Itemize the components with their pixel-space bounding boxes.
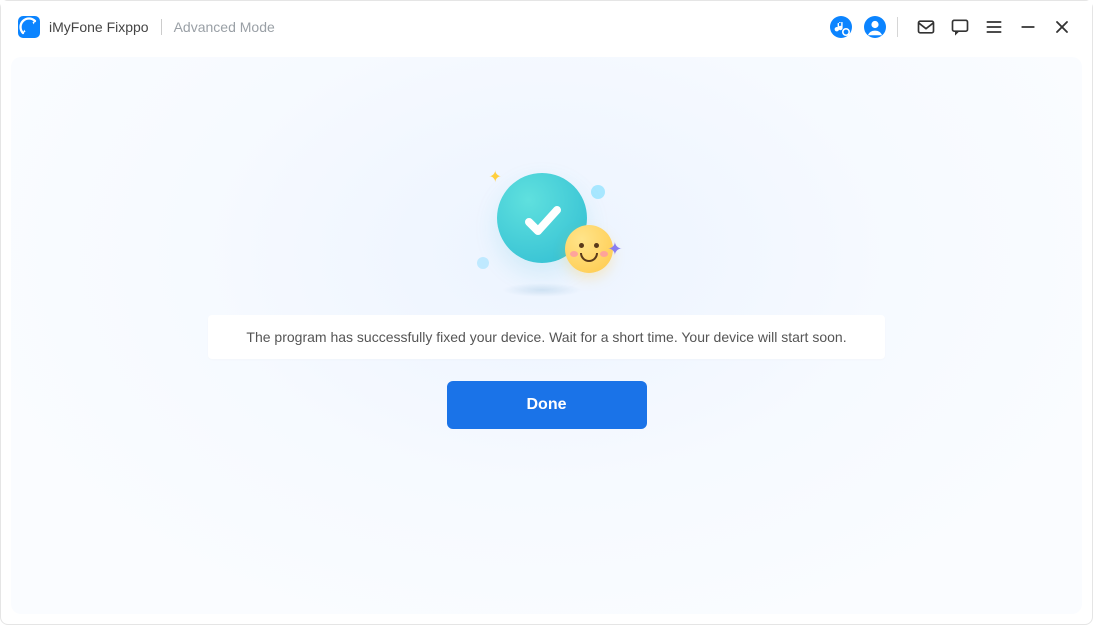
- status-message: The program has successfully fixed your …: [208, 315, 884, 359]
- mail-icon[interactable]: [912, 13, 940, 41]
- app-window: iMyFone Fixppo Advanced Mode: [0, 0, 1093, 625]
- app-title: iMyFone Fixppo: [49, 19, 149, 35]
- success-illustration: ✦ ✦: [457, 167, 637, 297]
- music-search-icon[interactable]: [827, 13, 855, 41]
- chat-icon[interactable]: [946, 13, 974, 41]
- sparkle-icon: ✦: [489, 167, 502, 187]
- account-icon[interactable]: [861, 13, 889, 41]
- illustration-shadow: [502, 283, 582, 297]
- decoration-dot: [591, 185, 605, 199]
- smiley-face-icon: [565, 225, 613, 273]
- decoration-dot: [477, 257, 489, 269]
- minimize-icon[interactable]: [1014, 13, 1042, 41]
- mode-label: Advanced Mode: [174, 19, 275, 35]
- close-icon[interactable]: [1048, 13, 1076, 41]
- titlebar: iMyFone Fixppo Advanced Mode: [1, 1, 1092, 53]
- titlebar-separator: [897, 17, 898, 37]
- checkmark-icon: [519, 197, 567, 245]
- app-logo-icon: [17, 15, 41, 39]
- title-divider: [161, 19, 162, 35]
- sparkle-icon: ✦: [607, 239, 622, 260]
- content-area: ✦ ✦ The program has successfully fixed y…: [11, 57, 1082, 614]
- menu-icon[interactable]: [980, 13, 1008, 41]
- done-button[interactable]: Done: [447, 381, 647, 429]
